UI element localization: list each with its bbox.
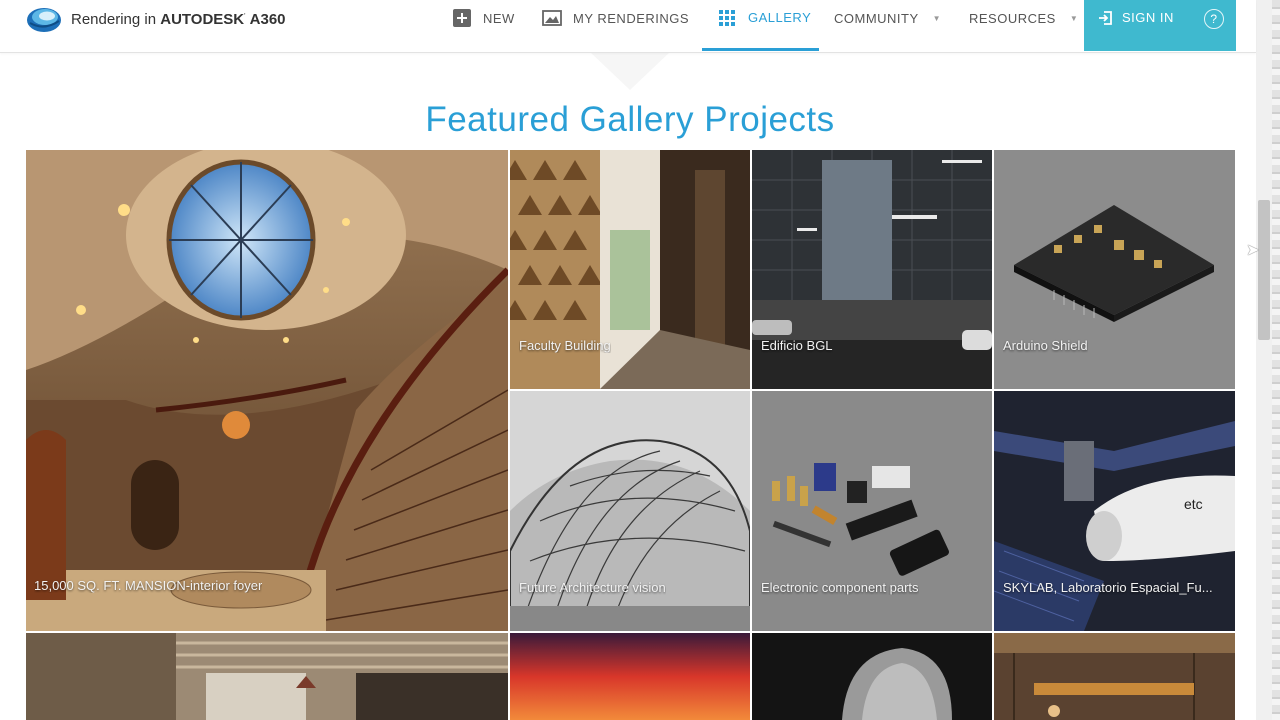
gallery-item-mansion-foyer[interactable]: 15,000 SQ. FT. MANSION-interior foyer [26, 150, 508, 631]
gallery-item-caption: Faculty Building [519, 338, 611, 353]
image-icon [542, 10, 562, 26]
gallery-item-caption: Edificio BGL [761, 338, 833, 353]
mansion-foyer-thumbnail [26, 150, 508, 631]
gallery-item-edificio-bgl[interactable]: Edificio BGL [752, 150, 992, 389]
gallery-item-future-architecture[interactable]: Future Architecture vision [510, 391, 750, 631]
nav-resources-label: RESOURCES [969, 10, 1056, 26]
gallery-title: Featured Gallery Projects [425, 100, 835, 139]
window-edge [1272, 0, 1280, 720]
electronic-components-thumbnail [752, 391, 992, 631]
brand-title: Rendering in AUTODESK' A360 [71, 10, 286, 28]
interior-room-thumbnail [26, 633, 508, 720]
edificio-bgl-thumbnail [752, 150, 992, 389]
sign-in-icon [1099, 11, 1112, 25]
gallery-item-caption: Future Architecture vision [519, 580, 666, 595]
gallery-item-arduino-shield[interactable]: Arduino Shield [994, 150, 1235, 389]
gallery-item-caption: SKYLAB, Laboratorio Espacial_Fu... [1003, 580, 1213, 595]
nav-gallery-label: GALLERY [748, 10, 812, 25]
nav-community-label: COMMUNITY [834, 10, 919, 26]
brand[interactable]: Rendering in AUTODESK' A360 [26, 4, 286, 34]
wood-loft-thumbnail [994, 633, 1235, 720]
gallery-item-wood-loft[interactable] [994, 633, 1235, 720]
sign-in-label: SIGN IN [1122, 10, 1174, 25]
skylab-thumbnail: etc [994, 391, 1235, 631]
faculty-building-thumbnail [510, 150, 750, 389]
nav-new-label: NEW [483, 10, 515, 26]
nav-my-renderings-label: MY RENDERINGS [573, 10, 690, 26]
grid-icon [717, 10, 737, 26]
red-sky-thumbnail [510, 633, 750, 720]
gallery-item-skylab[interactable]: etc SKYLAB, Laboratorio Espacial_Fu... [994, 391, 1235, 631]
svg-text:etc: etc [1184, 496, 1203, 512]
chevron-down-icon: ▼ [1069, 13, 1079, 23]
gallery-item-interior-room[interactable] [26, 633, 508, 720]
gallery-item-caption: Arduino Shield [1003, 338, 1088, 353]
nav-resources[interactable]: RESOURCES ▼ [969, 0, 1078, 36]
scrollbar-thumb[interactable] [1258, 200, 1270, 340]
sign-in-button[interactable]: SIGN IN ? [1084, 0, 1236, 51]
gallery-item-red-sky[interactable] [510, 633, 750, 720]
nav-gallery[interactable]: GALLERY [702, 0, 819, 51]
a360-logo-icon [27, 8, 61, 32]
gallery-item-faculty-building[interactable]: Faculty Building [510, 150, 750, 389]
nav-new[interactable]: NEW [452, 0, 515, 36]
plus-square-icon [452, 9, 472, 27]
nav-pointer-notch [590, 52, 670, 90]
chevron-down-icon: ▼ [932, 13, 942, 23]
gallery-item-car-seat[interactable] [752, 633, 992, 720]
help-icon[interactable]: ? [1203, 9, 1224, 29]
nav-community[interactable]: COMMUNITY ▼ [834, 0, 941, 36]
gallery-item-caption: Electronic component parts [761, 580, 919, 595]
gallery-item-caption: 15,000 SQ. FT. MANSION-interior foyer [34, 578, 263, 593]
mouse-cursor-icon: ➤ [1246, 242, 1260, 259]
nav-my-renderings[interactable]: MY RENDERINGS [542, 0, 689, 36]
top-navigation-bar: Rendering in AUTODESK' A360 NEW MY RENDE… [0, 0, 1256, 53]
future-architecture-thumbnail [510, 391, 750, 631]
gallery-item-electronic-components[interactable]: Electronic component parts [752, 391, 992, 631]
car-seat-thumbnail [752, 633, 992, 720]
arduino-shield-thumbnail [994, 150, 1235, 389]
